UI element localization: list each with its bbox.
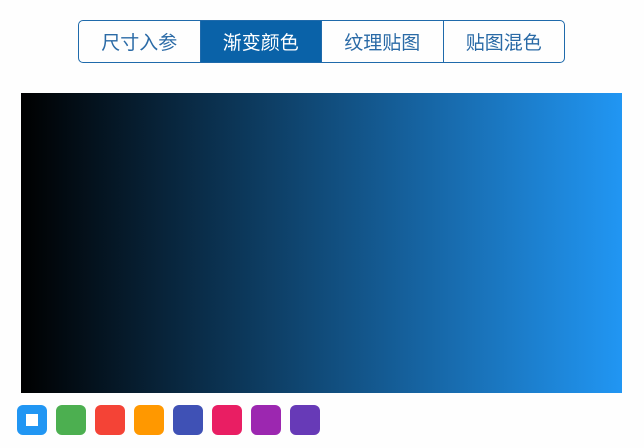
selected-check-icon [26, 414, 38, 426]
color-swatch[interactable] [56, 405, 86, 435]
color-swatch[interactable] [290, 405, 320, 435]
color-swatch[interactable] [173, 405, 203, 435]
tab-texture-blend[interactable]: 贴图混色 [442, 21, 565, 62]
color-swatch[interactable] [251, 405, 281, 435]
color-swatch[interactable] [212, 405, 242, 435]
gradient-preview [21, 93, 622, 393]
tab-size-params[interactable]: 尺寸入参 [79, 21, 200, 62]
color-swatch[interactable] [95, 405, 125, 435]
color-swatch[interactable] [17, 405, 47, 435]
color-swatch[interactable] [134, 405, 164, 435]
tab-texture-map[interactable]: 纹理贴图 [321, 21, 443, 62]
tab-bar: 尺寸入参 渐变颜色 纹理贴图 贴图混色 [78, 20, 565, 63]
tab-gradient-color[interactable]: 渐变颜色 [199, 21, 321, 62]
